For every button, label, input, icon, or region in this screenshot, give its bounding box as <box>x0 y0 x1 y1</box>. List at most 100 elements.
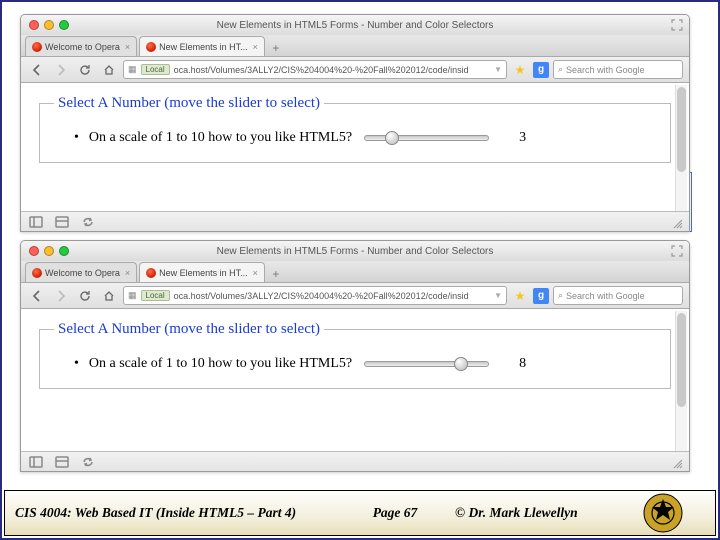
status-bar <box>21 451 689 471</box>
footer-copyright: © Dr. Mark Llewellyn <box>455 505 625 521</box>
tab-bar: Welcome to Opera × New Elements in HT...… <box>21 261 689 283</box>
scrollbar-thumb[interactable] <box>677 313 686 407</box>
resize-grip-icon[interactable] <box>671 216 683 228</box>
tab-label: Welcome to Opera <box>45 268 120 278</box>
back-button[interactable] <box>27 287 47 305</box>
window-controls <box>29 246 69 256</box>
zoom-icon[interactable] <box>59 246 69 256</box>
fieldset-legend: Select A Number (move the slider to sele… <box>54 321 324 338</box>
tab-label: New Elements in HT... <box>159 268 248 278</box>
page-viewport: Select A Number (move the slider to sele… <box>21 83 689 173</box>
titlebar: New Elements in HTML5 Forms - Number and… <box>21 15 689 35</box>
sync-icon[interactable] <box>81 455 95 469</box>
question-text: On a scale of 1 to 10 how to you like HT… <box>89 130 352 146</box>
reload-button[interactable] <box>75 287 95 305</box>
bookmark-star-icon[interactable]: ★ <box>511 289 529 303</box>
range-slider[interactable] <box>364 135 489 141</box>
opera-icon <box>32 42 42 52</box>
fullscreen-icon[interactable] <box>671 19 683 31</box>
resize-grip-icon[interactable] <box>671 456 683 468</box>
fullscreen-icon[interactable] <box>671 245 683 257</box>
bullet-icon: • <box>74 356 79 372</box>
close-tab-icon[interactable]: × <box>125 42 130 52</box>
sync-icon[interactable] <box>81 215 95 229</box>
minimize-icon[interactable] <box>44 20 54 30</box>
close-tab-icon[interactable]: × <box>125 268 130 278</box>
back-button[interactable] <box>27 61 47 79</box>
home-button[interactable] <box>99 287 119 305</box>
slide-frame: t a New Elements in HTML5 Forms - Number… <box>0 0 720 540</box>
range-slider[interactable] <box>364 361 489 367</box>
tab-label: New Elements in HT... <box>159 42 248 52</box>
fieldset-legend: Select A Number (move the slider to sele… <box>54 95 324 112</box>
home-button[interactable] <box>99 61 119 79</box>
slider-wrap <box>364 135 489 141</box>
tab-active[interactable]: New Elements in HT... × <box>139 262 265 282</box>
slider-fieldset: Select A Number (move the slider to sele… <box>39 321 671 389</box>
address-bar[interactable]: ▦ Local oca.host/Volumes/3ALLY2/CIS%2040… <box>123 60 507 79</box>
slider-output: 3 <box>519 130 526 146</box>
tab-active[interactable]: New Elements in HT... × <box>139 36 265 56</box>
bookmark-star-icon[interactable]: ★ <box>511 63 529 77</box>
google-plus-icon[interactable]: g <box>533 62 549 78</box>
window-title: New Elements in HTML5 Forms - Number and… <box>21 20 689 31</box>
question-row: • On a scale of 1 to 10 how to you like … <box>74 356 656 372</box>
opera-icon <box>146 268 156 278</box>
footer-page: Page 67 <box>335 505 455 521</box>
scrollbar-thumb[interactable] <box>677 87 686 172</box>
slide-footer: CIS 4004: Web Based IT (Inside HTML5 – P… <box>4 490 716 536</box>
tab-welcome[interactable]: Welcome to Opera × <box>25 36 137 56</box>
local-badge: Local <box>141 64 170 75</box>
forward-button[interactable] <box>51 287 71 305</box>
footer-course: CIS 4004: Web Based IT (Inside HTML5 – P… <box>5 505 335 521</box>
question-text: On a scale of 1 to 10 how to you like HT… <box>89 356 352 372</box>
panel-icon[interactable] <box>55 215 69 229</box>
slider-output: 8 <box>519 356 526 372</box>
status-bar <box>21 211 689 231</box>
address-bar[interactable]: ▦ Local oca.host/Volumes/3ALLY2/CIS%2040… <box>123 286 507 305</box>
new-tab-button[interactable]: + <box>267 40 285 56</box>
panel-icon[interactable] <box>29 215 43 229</box>
vertical-scrollbar[interactable] <box>675 85 687 227</box>
new-tab-button[interactable]: + <box>267 266 285 282</box>
window-title: New Elements in HTML5 Forms - Number and… <box>21 246 689 257</box>
slider-thumb-icon[interactable] <box>385 131 399 145</box>
google-plus-icon[interactable]: g <box>533 288 549 304</box>
tab-welcome[interactable]: Welcome to Opera × <box>25 262 137 282</box>
page-viewport: Select A Number (move the slider to sele… <box>21 309 689 429</box>
slider-wrap <box>364 361 489 367</box>
opera-icon <box>32 268 42 278</box>
address-text: oca.host/Volumes/3ALLY2/CIS%204004%20-%2… <box>174 65 469 75</box>
opera-icon <box>146 42 156 52</box>
close-icon[interactable] <box>29 246 39 256</box>
tab-bar: Welcome to Opera × New Elements in HT...… <box>21 35 689 57</box>
tab-label: Welcome to Opera <box>45 42 120 52</box>
reload-button[interactable] <box>75 61 95 79</box>
search-box[interactable]: ⌕ Search with Google <box>553 60 683 79</box>
slider-thumb-icon[interactable] <box>454 357 468 371</box>
forward-button[interactable] <box>51 61 71 79</box>
panel-icon[interactable] <box>55 455 69 469</box>
minimize-icon[interactable] <box>44 246 54 256</box>
zoom-icon[interactable] <box>59 20 69 30</box>
panel-icon[interactable] <box>29 455 43 469</box>
browser-window-bottom: New Elements in HTML5 Forms - Number and… <box>20 240 690 472</box>
search-placeholder: Search with Google <box>566 291 645 301</box>
toolbar: ▦ Local oca.host/Volumes/3ALLY2/CIS%2040… <box>21 283 689 309</box>
browser-window-top: New Elements in HTML5 Forms - Number and… <box>20 14 690 232</box>
local-badge: Local <box>141 290 170 301</box>
titlebar: New Elements in HTML5 Forms - Number and… <box>21 241 689 261</box>
close-icon[interactable] <box>29 20 39 30</box>
vertical-scrollbar[interactable] <box>675 311 687 467</box>
toolbar: ▦ Local oca.host/Volumes/3ALLY2/CIS%2040… <box>21 57 689 83</box>
window-controls <box>29 20 69 30</box>
close-tab-icon[interactable]: × <box>253 268 258 278</box>
ucf-logo-icon <box>643 493 683 533</box>
question-row: • On a scale of 1 to 10 how to you like … <box>74 130 656 146</box>
slider-fieldset: Select A Number (move the slider to sele… <box>39 95 671 163</box>
search-placeholder: Search with Google <box>566 65 645 75</box>
close-tab-icon[interactable]: × <box>253 42 258 52</box>
bullet-icon: • <box>74 130 79 146</box>
search-box[interactable]: ⌕ Search with Google <box>553 286 683 305</box>
address-text: oca.host/Volumes/3ALLY2/CIS%204004%20-%2… <box>174 291 469 301</box>
